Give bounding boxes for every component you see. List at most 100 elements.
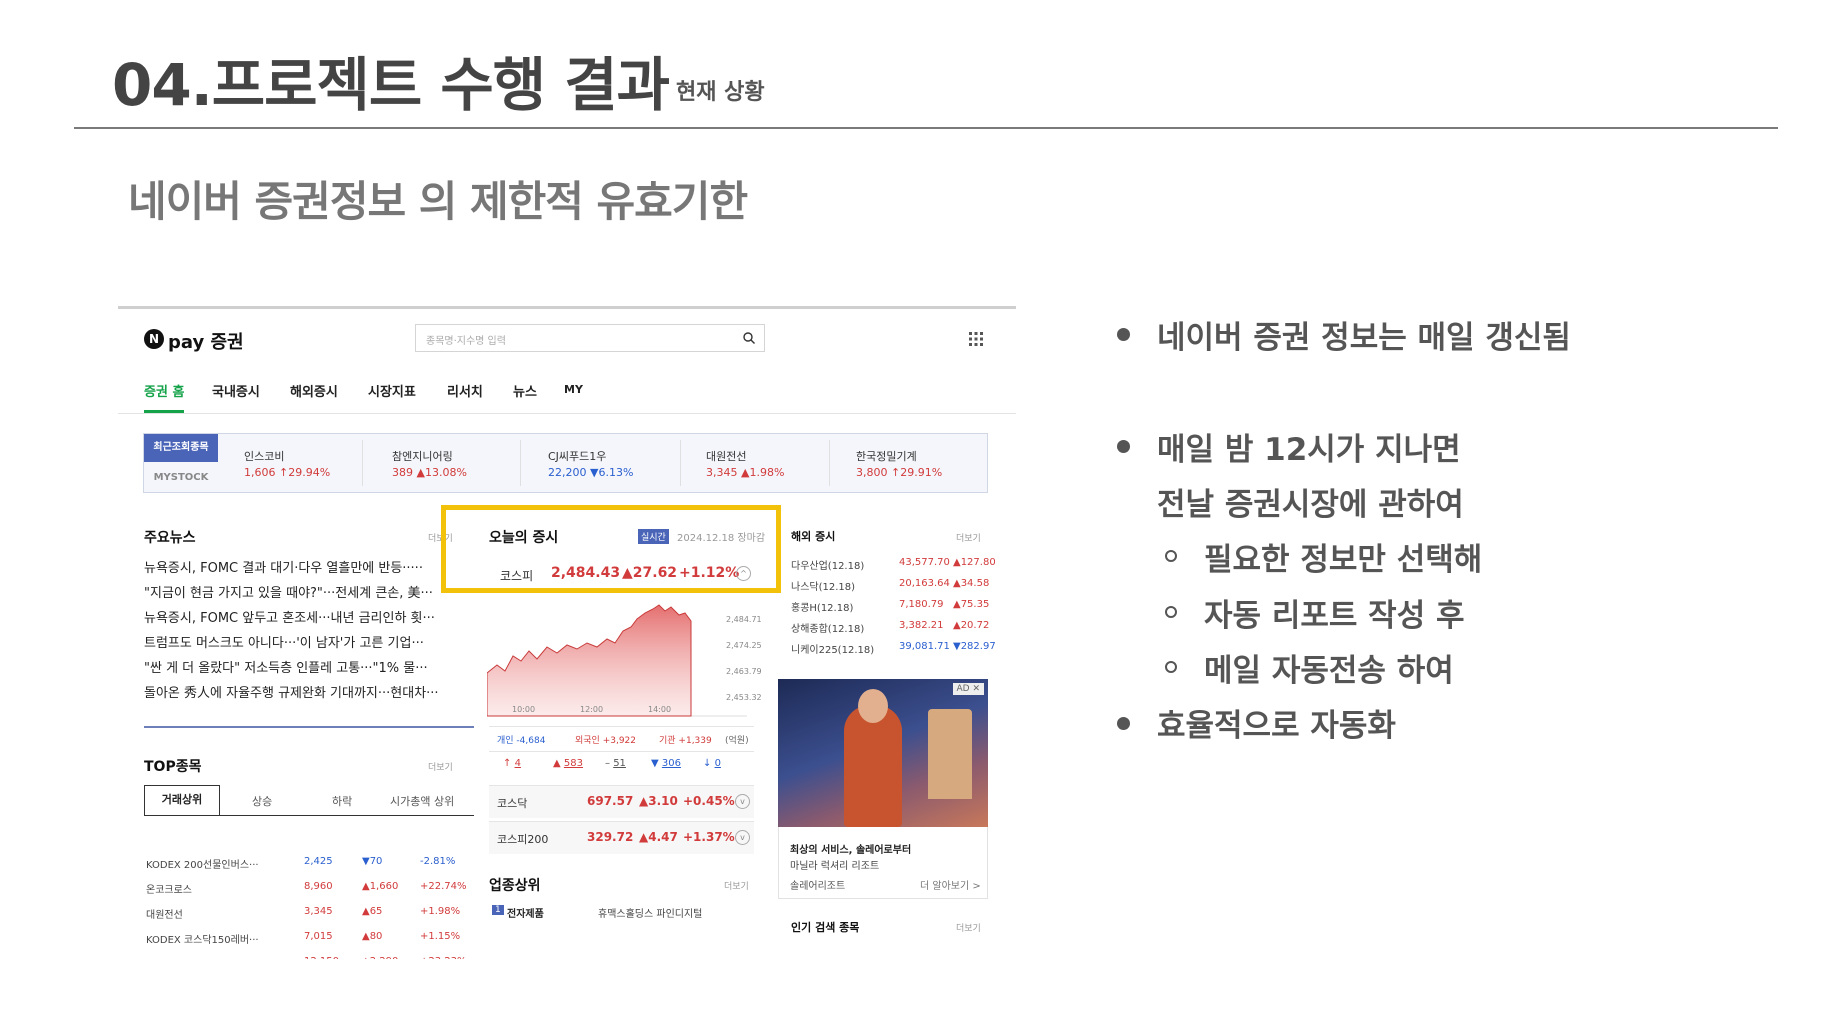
recent-stock-name[interactable]: 인스코비 (244, 448, 284, 464)
chart-x-label: 14:00 (648, 705, 672, 714)
overseas-change: ▼282.97 (953, 641, 996, 652)
sub-bullet-3: 메일 자동전송 하여 (1204, 653, 1454, 689)
breadth-flat[interactable]: – 51 (605, 758, 626, 769)
news-item[interactable]: "싼 게 더 올랐다" 저소득층 인플레 고통···"1% 물··· (144, 657, 474, 676)
breadth-up[interactable]: ▲ 583 (553, 758, 583, 769)
chart-y-label: 2,474.25 (726, 641, 762, 650)
top-tab-fall[interactable]: 하락 (332, 793, 352, 809)
bullet-ring-icon (1165, 606, 1177, 618)
investor-flow: 개인 -4,684 외국인 +3,922 기관 +1,339 (억원) (489, 726, 754, 752)
stock-price: 8,960 (304, 881, 333, 892)
table-row[interactable]: 대원전선 3,345 ▲65 +1.98% (144, 903, 474, 923)
news-item[interactable]: 뉴욕증시, FOMC 앞두고 혼조세···내년 금리인하 횟··· (144, 607, 474, 626)
tab-overseas[interactable]: 해외증시 (290, 381, 338, 400)
sector-more-link[interactable]: 더보기 (724, 879, 749, 892)
table-row[interactable]: KODEX 코스닥150레버··· 7,015 ▲80 +1.15% (144, 928, 474, 948)
overseas-row[interactable]: 홍콩H(12.18) 7,180.79 ▲75.35 (791, 597, 991, 615)
top-tab-rise[interactable]: 상승 (252, 793, 272, 809)
chart-x-label: 12:00 (580, 705, 604, 714)
stock-change: ▼70 (362, 856, 383, 867)
stock-name: 에스오에스랩 (146, 956, 201, 959)
stock-change: ▲65 (362, 906, 383, 917)
stock-price: 12,150 (304, 956, 339, 959)
overseas-row[interactable]: 상해종합(12.18) 3,382.21 ▲20.72 (791, 618, 991, 636)
divider (362, 440, 363, 486)
news-item[interactable]: 돌아온 秀人에 자율주행 규제완화 기대까지···현대차··· (144, 682, 474, 701)
chevron-down-icon[interactable]: v (735, 794, 750, 809)
recent-stock-name[interactable]: CJ씨푸드1우 (548, 448, 606, 464)
table-row[interactable]: KODEX 200선물인버스··· 2,425 ▼70 -2.81% (144, 853, 474, 873)
chevron-down-icon[interactable]: v (735, 830, 750, 845)
kospi200-change: ▲4.47 (639, 830, 678, 844)
search-input[interactable]: 종목명·지수명 입력 (415, 324, 765, 352)
stock-price: 7,015 (304, 931, 333, 942)
grid-menu-icon[interactable] (968, 331, 984, 347)
news-item[interactable]: 뉴욕증시, FOMC 결과 대기·다우 열흘만에 반등····· (144, 557, 474, 576)
news-item[interactable]: "지금이 현금 가지고 있을 때야?"···전세계 큰손, 美··· (144, 582, 474, 601)
table-row[interactable]: 온코크로스 8,960 ▲1,660 +22.74% (144, 878, 474, 898)
news-title: 주요뉴스 (144, 530, 196, 546)
top-stocks-title: TOP종목 (144, 759, 202, 775)
tab-domestic[interactable]: 국내증시 (212, 381, 260, 400)
tab-market-index[interactable]: 시장지표 (368, 381, 416, 400)
overseas-row[interactable]: 니케이225(12.18) 39,081.71 ▼282.97 (791, 639, 996, 657)
kospi200-percent: +1.37% (683, 830, 735, 844)
tab-news[interactable]: 뉴스 (513, 381, 537, 400)
recent-stock-name[interactable]: 대원전선 (706, 448, 746, 464)
stock-name: 대원전선 (146, 910, 183, 921)
overseas-more-link[interactable]: 더보기 (956, 531, 981, 544)
recent-stock-name[interactable]: 한국정밀기계 (856, 448, 917, 464)
slide-subtitle: 현재 상황 (676, 80, 765, 105)
bullet-dot-icon (1117, 717, 1130, 730)
stock-percent: -2.81% (420, 856, 456, 867)
top-tabs: 거래상위 상승 하락 시가총액 상위 (144, 785, 474, 816)
popular-more-link[interactable]: 더보기 (956, 921, 981, 934)
tab-my[interactable]: MY (564, 383, 583, 396)
logo-text[interactable]: pay 증권 (168, 328, 244, 354)
overseas-value: 43,577.70 (899, 557, 950, 568)
overseas-value: 39,081.71 (899, 641, 950, 652)
bullet-ring-icon (1165, 550, 1177, 562)
sector-title: 업종상위 (489, 878, 541, 894)
chart-x-label: 10:00 (512, 705, 536, 714)
kosdaq-change: ▲3.10 (639, 794, 678, 808)
kosdaq-row[interactable]: 코스닥 697.57 ▲3.10 +0.45% v (489, 785, 754, 818)
kosdaq-label: 코스닥 (497, 797, 528, 810)
kospi200-value: 329.72 (587, 830, 634, 844)
npay-logo-icon: N (144, 329, 164, 349)
news-item[interactable]: 트럼프도 머스크도 아니다···'이 남자'가 고른 기업··· (144, 632, 474, 651)
top-tab-volume[interactable]: 거래상위 (144, 785, 220, 815)
bullet-3: 효율적으로 자동화 (1157, 708, 1396, 744)
nav-divider (118, 413, 1016, 414)
top-tab-marketcap[interactable]: 시가총액 상위 (390, 793, 454, 809)
overseas-row[interactable]: 다우산업(12.18) 43,577.70 ▲127.80 (791, 555, 996, 573)
stock-percent: +1.15% (420, 931, 461, 942)
mystock-label[interactable]: MYSTOCK (144, 464, 218, 492)
top-more-link[interactable]: 더보기 (428, 760, 453, 773)
overseas-row[interactable]: 나스닥(12.18) 20,163.64 ▲34.58 (791, 576, 991, 594)
sector-name[interactable]: 전자제품 (507, 905, 544, 920)
breadth-upper[interactable]: ↑ 4 (503, 758, 521, 769)
overseas-value: 7,180.79 (899, 599, 944, 610)
overseas-name: 홍콩H(12.18) (791, 603, 854, 614)
chart-y-label: 2,453.32 (726, 693, 762, 702)
kosdaq-percent: +0.45% (683, 794, 735, 808)
tab-research[interactable]: 리서치 (447, 381, 483, 400)
breadth-down[interactable]: ▼ 306 (651, 758, 681, 769)
table-row[interactable]: 에스오에스랩 12,150 ▲2,290 +23.23% (144, 953, 474, 959)
kospi200-label: 코스피200 (497, 833, 549, 846)
breadth-lower[interactable]: ↓ 0 (703, 758, 721, 769)
recent-label[interactable]: 최근조회종목 (144, 434, 218, 462)
search-icon[interactable] (742, 331, 756, 345)
kospi200-row[interactable]: 코스피200 329.72 ▲4.47 +1.37% v (489, 821, 754, 854)
ad-close-icon[interactable]: AD ✕ (952, 683, 984, 695)
tab-home[interactable]: 증권 홈 (144, 381, 184, 400)
kospi-intraday-chart (487, 604, 747, 717)
stock-name: 온코크로스 (146, 885, 192, 896)
market-breadth: ↑ 4 ▲ 583 – 51 ▼ 306 ↓ 0 (489, 754, 754, 776)
ad-banner[interactable]: AD ✕ (778, 679, 988, 827)
recent-stock-name[interactable]: 참엔지니어링 (392, 448, 453, 464)
overseas-change: ▲127.80 (953, 557, 996, 568)
sector-stocks[interactable]: 휴맥스홀딩스 파인디지털 (598, 905, 702, 920)
sub-bullet-1: 필요한 정보만 선택해 (1204, 542, 1483, 578)
